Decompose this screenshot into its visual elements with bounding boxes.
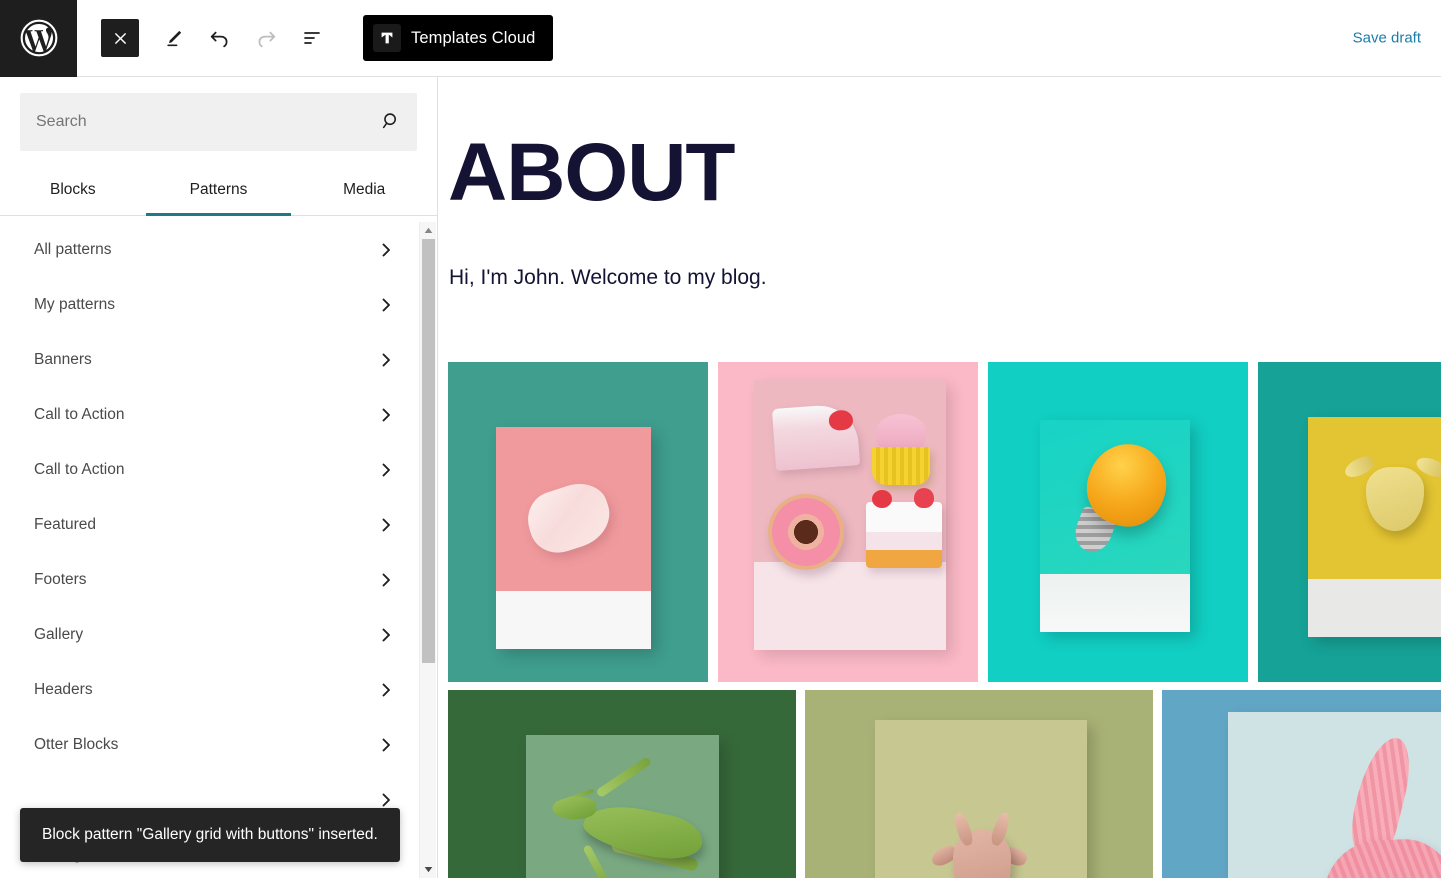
photo-pink-rabbit	[1162, 690, 1441, 878]
redo-icon	[253, 25, 279, 51]
scroll-up-arrow-icon[interactable]	[420, 222, 437, 239]
pattern-category-footers[interactable]: Footers	[0, 552, 420, 607]
pencil-icon	[162, 26, 186, 50]
pattern-category-featured[interactable]: Featured	[0, 497, 420, 552]
photo-desserts	[718, 362, 978, 682]
chevron-right-icon	[376, 625, 396, 645]
page-title[interactable]: ABOUT	[448, 132, 1441, 214]
page-subtitle[interactable]: Hi, I'm John. Welcome to my blog.	[449, 266, 1441, 290]
inserter-scrollbar[interactable]	[419, 222, 436, 878]
undo-icon	[207, 25, 233, 51]
pattern-category-label: Featured	[34, 515, 97, 533]
pattern-category-label: Banners	[34, 350, 92, 368]
pattern-category-label: Headers	[34, 680, 93, 698]
tab-patterns[interactable]: Patterns	[145, 167, 292, 216]
gallery-image-rose-quartz[interactable]	[448, 362, 708, 682]
photo-grasshopper	[448, 690, 796, 878]
gallery-image-pink-rabbit[interactable]	[1162, 690, 1441, 878]
templates-cloud-logo-icon	[373, 24, 401, 52]
chevron-right-icon	[376, 350, 396, 370]
chevron-right-icon	[376, 790, 396, 810]
scrollbar-thumb[interactable]	[422, 239, 435, 663]
gallery-block	[448, 362, 1441, 878]
chevron-right-icon	[376, 460, 396, 480]
pattern-category-label: All patterns	[34, 240, 112, 258]
gallery-image-desserts[interactable]	[718, 362, 978, 682]
chevron-right-icon	[376, 405, 396, 425]
editor-tools-group	[101, 15, 335, 61]
search-icon	[380, 110, 402, 135]
pattern-category-banners[interactable]: Banners	[0, 332, 420, 387]
save-draft-button[interactable]: Save draft	[1353, 30, 1421, 47]
photo-rose-quartz	[448, 362, 708, 682]
pattern-category-otter-blocks[interactable]: Otter Blocks	[0, 717, 420, 772]
undo-button[interactable]	[197, 15, 243, 61]
pattern-category-label: Footers	[34, 570, 87, 588]
pattern-category-label: Otter Blocks	[34, 735, 119, 753]
pattern-category-my-patterns[interactable]: My patterns	[0, 277, 420, 332]
photo-lightbulb	[988, 362, 1248, 682]
wordpress-logo-button[interactable]	[0, 0, 77, 77]
scroll-down-arrow-icon[interactable]	[420, 861, 437, 878]
pattern-category-all-patterns[interactable]: All patterns	[0, 222, 420, 277]
pattern-category-gallery[interactable]: Gallery	[0, 607, 420, 662]
search-area	[0, 77, 437, 151]
inserter-tabs: Blocks Patterns Media	[0, 167, 437, 216]
list-view-icon	[300, 26, 324, 50]
gallery-row-1	[448, 362, 1441, 682]
block-inserter-panel: Blocks Patterns Media All patterns My pa…	[0, 77, 438, 878]
chevron-right-icon	[376, 515, 396, 535]
editor-canvas: ABOUT Hi, I'm John. Welcome to my blog.	[439, 77, 1441, 878]
pattern-category-list: All patterns My patterns Banners Call to…	[0, 222, 420, 878]
redo-button[interactable]	[243, 15, 289, 61]
gallery-image-grasshopper[interactable]	[448, 690, 796, 878]
tab-blocks[interactable]: Blocks	[0, 167, 146, 215]
templates-cloud-button[interactable]: Templates Cloud	[363, 15, 554, 61]
search-field[interactable]	[20, 93, 417, 151]
pattern-category-call-to-action-1[interactable]: Call to Action	[0, 387, 420, 442]
snackbar-notice[interactable]: Block pattern "Gallery grid with buttons…	[20, 807, 400, 862]
search-submit-button[interactable]	[377, 108, 405, 136]
gallery-image-bull-head[interactable]	[1258, 362, 1441, 682]
chevron-right-icon	[376, 735, 396, 755]
tab-media[interactable]: Media	[291, 167, 437, 215]
editor-top-bar: Templates Cloud Save draft	[0, 0, 1441, 77]
gallery-image-lightbulb[interactable]	[988, 362, 1248, 682]
search-input[interactable]	[20, 93, 417, 151]
pattern-category-label: Gallery	[34, 625, 84, 643]
pattern-category-label: Call to Action	[34, 460, 125, 478]
chevron-right-icon	[376, 295, 396, 315]
close-inserter-button[interactable]	[101, 19, 139, 57]
close-icon	[112, 30, 129, 47]
pattern-category-label: My patterns	[34, 295, 115, 313]
edit-tool-button[interactable]	[151, 15, 197, 61]
photo-bull-head	[1258, 362, 1441, 682]
photo-goat-head	[805, 690, 1153, 878]
chevron-right-icon	[376, 240, 396, 260]
templates-cloud-label: Templates Cloud	[411, 28, 536, 47]
gallery-row-2	[448, 690, 1441, 878]
pattern-category-label: Call to Action	[34, 405, 125, 423]
pattern-category-headers[interactable]: Headers	[0, 662, 420, 717]
list-view-button[interactable]	[289, 15, 335, 61]
chevron-right-icon	[376, 680, 396, 700]
chevron-right-icon	[376, 570, 396, 590]
gallery-image-goat-head[interactable]	[805, 690, 1153, 878]
wordpress-logo-icon	[19, 18, 59, 58]
pattern-category-call-to-action-2[interactable]: Call to Action	[0, 442, 420, 497]
